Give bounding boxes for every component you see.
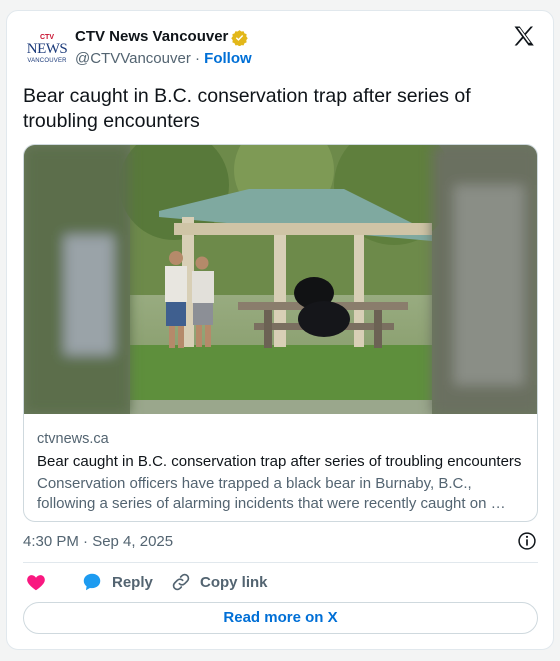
ctv-news-vancouver-logo[interactable]: CTV NEWS VANCOUVER (26, 34, 68, 68)
follow-button[interactable]: Follow (204, 50, 252, 67)
city-wordmark: VANCOUVER (27, 58, 67, 64)
x-logo-icon[interactable] (512, 24, 536, 48)
link-preview-meta: ctvnews.ca Bear caught in B.C. conservat… (37, 430, 532, 514)
handle-separator: · (190, 50, 205, 67)
like-button[interactable] (25, 571, 56, 593)
handle-row: @CTVVancouver · Follow (75, 50, 252, 67)
info-icon[interactable] (517, 531, 537, 551)
link-preview-image[interactable] (24, 145, 537, 414)
heart-icon (27, 575, 45, 591)
reply-button[interactable]: Reply (81, 571, 153, 593)
news-wordmark: NEWS (26, 41, 68, 57)
reply-bubble-icon (83, 573, 101, 591)
account-handle[interactable]: @CTVVancouver (75, 50, 191, 67)
link-domain: ctvnews.ca (37, 431, 109, 447)
post-header: CTV NEWS VANCOUVER CTV News Vancouver @C… (7, 11, 553, 81)
embedded-post-card: CTV NEWS VANCOUVER CTV News Vancouver @C… (6, 10, 554, 650)
copy-link-label: Copy link (200, 573, 268, 591)
verified-badge-icon (231, 30, 248, 46)
link-preview-card[interactable]: ctvnews.ca Bear caught in B.C. conservat… (23, 144, 538, 522)
read-more-button[interactable]: Read more on X (23, 602, 538, 634)
reply-label: Reply (112, 573, 153, 591)
post-text: Bear caught in B.C. conservation trap af… (23, 85, 471, 132)
link-icon (172, 573, 190, 591)
link-title[interactable]: Bear caught in B.C. conservation trap af… (37, 452, 532, 472)
post-timestamp[interactable]: 4:30 PM · Sep 4, 2025 (23, 533, 173, 550)
link-description: Conservation officers have trapped a bla… (37, 475, 506, 512)
account-name[interactable]: CTV News Vancouver (75, 28, 228, 45)
bear-photo-illustration (24, 145, 537, 414)
post-actions: Reply Copy link (23, 571, 538, 593)
actions-divider (23, 562, 538, 563)
copy-link-button[interactable]: Copy link (171, 571, 268, 593)
